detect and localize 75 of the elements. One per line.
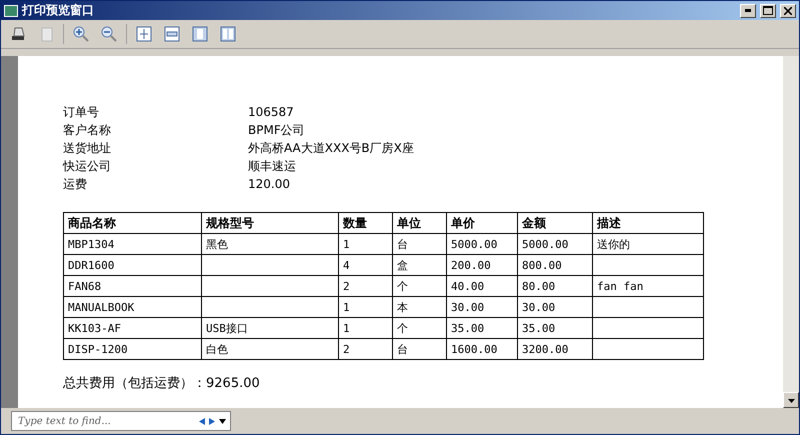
find-box[interactable]: Type text to find... — [11, 411, 231, 431]
close-icon — [784, 6, 792, 14]
vertical-scrollbar[interactable] — [783, 56, 799, 408]
table-cell: USB接口 — [202, 318, 338, 338]
table-cell: 80.00 — [518, 276, 592, 296]
column-header: 单价 — [446, 212, 518, 234]
previous-button[interactable] — [199, 418, 205, 424]
table-cell: MBP1304 — [64, 234, 202, 254]
minimize-icon — [745, 9, 751, 12]
minimize-button[interactable] — [740, 4, 756, 18]
table-cell: 黑色 — [202, 234, 338, 254]
one-page-icon — [191, 25, 209, 43]
field-label: 订单号 — [63, 104, 100, 120]
field-label: 运费 — [63, 176, 88, 192]
maximize-icon — [763, 6, 773, 15]
table-cell: 盒 — [392, 254, 446, 276]
scroll-down-button[interactable] — [783, 392, 799, 408]
column-header: 商品名称 — [64, 212, 202, 234]
field-value: 顺丰速运 — [248, 158, 297, 174]
column-header: 描述 — [592, 212, 704, 234]
table-cell: 1 — [338, 234, 392, 254]
zoom-out-icon — [100, 25, 118, 43]
field-value: 120.00 — [248, 176, 291, 192]
table-cell: 5000.00 — [518, 234, 592, 254]
table-cell: FAN68 — [64, 276, 202, 296]
table-cell: DISP-1200 — [64, 338, 202, 360]
column-header: 金额 — [518, 212, 592, 234]
table-cell: DDR1600 — [64, 254, 202, 276]
window-icon — [4, 4, 18, 16]
field-label: 快运公司 — [63, 158, 112, 174]
fit-width-icon — [163, 25, 181, 43]
table-cell: 本 — [392, 296, 446, 318]
table-cell: 4 — [338, 254, 392, 276]
table-cell: fan fan — [592, 276, 704, 296]
column-header: 数量 — [338, 212, 392, 234]
table-cell: 1600.00 — [446, 338, 518, 360]
table-cell: 台 — [392, 234, 446, 254]
table-cell: KK103-AF — [64, 318, 202, 338]
table-cell: 200.00 — [446, 254, 518, 276]
field-value: BPMF公司 — [248, 122, 306, 138]
table-cell: 送你的 — [592, 234, 704, 254]
zoom-in-icon — [72, 25, 90, 43]
table-cell: 5000.00 — [446, 234, 518, 254]
field-label: 客户名称 — [63, 122, 112, 138]
table-cell: MANUALBOOK — [64, 296, 202, 318]
maximize-button[interactable] — [760, 4, 776, 18]
close-button[interactable] — [780, 4, 796, 18]
table-cell: 2 — [338, 276, 392, 296]
field-value: 106587 — [248, 104, 295, 120]
table-cell: 1 — [338, 296, 392, 318]
printer-icon — [9, 25, 27, 43]
table-cell: 个 — [392, 276, 446, 296]
dropdown-button[interactable] — [219, 418, 226, 424]
fit-page-icon — [135, 25, 153, 43]
table-cell: 2 — [338, 338, 392, 360]
next-button[interactable] — [209, 418, 215, 424]
table-cell: 台 — [392, 338, 446, 360]
field-value: 外高桥AA大道XXX号B厂房X座 — [248, 140, 414, 156]
table-cell: 1 — [338, 318, 392, 338]
down-arrow-icon — [788, 398, 794, 402]
table-cell: 35.00 — [446, 318, 518, 338]
table-cell: 30.00 — [518, 296, 592, 318]
field-label: 送货地址 — [63, 140, 112, 156]
table-cell: 3200.00 — [518, 338, 592, 360]
column-header: 单位 — [392, 212, 446, 234]
two-pages-icon — [219, 25, 237, 43]
table-cell: 40.00 — [446, 276, 518, 296]
total-text: 总共费用（包括运费）：9265.00 — [63, 375, 261, 392]
table-cell: 800.00 — [518, 254, 592, 276]
table-cell: 个 — [392, 318, 446, 338]
column-header: 规格型号 — [202, 212, 338, 234]
table-cell: 35.00 — [518, 318, 592, 338]
table-cell: 白色 — [202, 338, 338, 360]
table-cell: 30.00 — [446, 296, 518, 318]
window-title: 打印预览窗口 — [22, 2, 95, 19]
